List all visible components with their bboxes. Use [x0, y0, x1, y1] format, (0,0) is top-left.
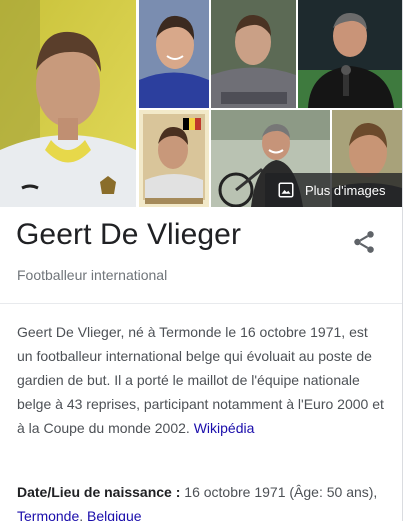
birth-place-separator: , — [79, 508, 84, 521]
image-icon — [278, 182, 294, 198]
fact-birth-label: Date/Lieu de naissance : — [17, 484, 181, 500]
more-images-button[interactable]: Plus d'images — [265, 173, 402, 207]
birth-place-city-link[interactable]: Termonde — [17, 508, 79, 521]
more-images-label: Plus d'images — [305, 182, 386, 198]
birth-place-country-link[interactable]: Belgique — [87, 508, 142, 521]
photo-smiling-blue[interactable] — [139, 0, 209, 108]
photo-jersey-dexia[interactable] — [211, 0, 296, 108]
fact-birth-value: 16 octobre 1971 (Âge: 50 ans), — [184, 484, 378, 500]
entity-title: Geert De Vlieger — [16, 218, 242, 251]
fact-birth: Date/Lieu de naissance : 16 octobre 1971… — [17, 480, 385, 521]
photo-main-portrait[interactable] — [0, 0, 136, 207]
image-grid: Plus d'images — [0, 0, 402, 207]
wikipedia-link[interactable]: Wikipédia — [194, 420, 255, 436]
entity-description: Geert De Vlieger, né à Termonde le 16 oc… — [17, 320, 385, 440]
share-icon — [354, 231, 374, 253]
section-divider — [0, 303, 402, 304]
photo-card-belgium[interactable] — [139, 110, 209, 207]
knowledge-panel: Plus d'images Geert De Vlieger Footballe… — [0, 0, 403, 521]
share-button[interactable] — [351, 229, 377, 255]
photo-microphone[interactable] — [298, 0, 402, 108]
entity-subtitle: Footballeur international — [17, 267, 168, 283]
